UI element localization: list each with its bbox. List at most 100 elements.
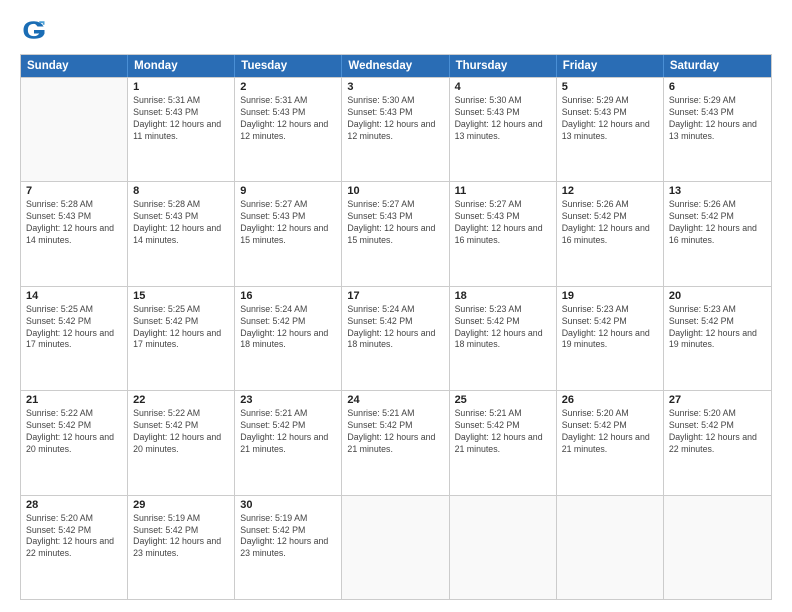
calendar-cell: 14 Sunrise: 5:25 AM Sunset: 5:42 PM Dayli…: [21, 287, 128, 390]
cell-info: Sunrise: 5:21 AM Sunset: 5:42 PM Dayligh…: [455, 408, 551, 456]
logo-icon: [20, 16, 48, 44]
calendar-cell: 15 Sunrise: 5:25 AM Sunset: 5:42 PM Dayli…: [128, 287, 235, 390]
calendar-cell: 8 Sunrise: 5:28 AM Sunset: 5:43 PM Daylig…: [128, 182, 235, 285]
calendar-row: 21 Sunrise: 5:22 AM Sunset: 5:42 PM Dayli…: [21, 390, 771, 494]
cell-info: Sunrise: 5:21 AM Sunset: 5:42 PM Dayligh…: [240, 408, 336, 456]
cell-date: 15: [133, 290, 229, 302]
cell-date: 27: [669, 394, 766, 406]
cell-info: Sunrise: 5:22 AM Sunset: 5:42 PM Dayligh…: [133, 408, 229, 456]
calendar-cell: [450, 496, 557, 599]
calendar-cell: 28 Sunrise: 5:20 AM Sunset: 5:42 PM Dayli…: [21, 496, 128, 599]
cell-info: Sunrise: 5:23 AM Sunset: 5:42 PM Dayligh…: [669, 304, 766, 352]
cell-info: Sunrise: 5:25 AM Sunset: 5:42 PM Dayligh…: [26, 304, 122, 352]
cell-date: 4: [455, 81, 551, 93]
calendar-cell: 6 Sunrise: 5:29 AM Sunset: 5:43 PM Daylig…: [664, 78, 771, 181]
calendar-cell: 16Sunrise: 5:24 AM Sunset: 5:42 PM Dayli…: [235, 287, 342, 390]
cell-info: Sunrise: 5:22 AM Sunset: 5:42 PM Dayligh…: [26, 408, 122, 456]
cell-date: 10: [347, 185, 443, 197]
cell-date: 5: [562, 81, 658, 93]
cell-date: 8: [133, 185, 229, 197]
cell-info: Sunrise: 5:25 AM Sunset: 5:42 PM Dayligh…: [133, 304, 229, 352]
calendar-cell: 7 Sunrise: 5:28 AM Sunset: 5:43 PM Daylig…: [21, 182, 128, 285]
calendar-body: 1Sunrise: 5:31 AM Sunset: 5:43 PM Daylig…: [21, 77, 771, 599]
cell-date: 26: [562, 394, 658, 406]
calendar-header-cell: Sunday: [21, 55, 128, 77]
cell-date: 28: [26, 499, 122, 511]
calendar-cell: 1Sunrise: 5:31 AM Sunset: 5:43 PM Daylig…: [128, 78, 235, 181]
cell-date: 30: [240, 499, 336, 511]
calendar-header-cell: Monday: [128, 55, 235, 77]
calendar-row: 28 Sunrise: 5:20 AM Sunset: 5:42 PM Dayli…: [21, 495, 771, 599]
calendar-cell: [664, 496, 771, 599]
calendar-cell: 23Sunrise: 5:21 AM Sunset: 5:42 PM Dayli…: [235, 391, 342, 494]
cell-info: Sunrise: 5:28 AM Sunset: 5:43 PM Dayligh…: [133, 199, 229, 247]
calendar-cell: 25 Sunrise: 5:21 AM Sunset: 5:42 PM Dayli…: [450, 391, 557, 494]
cell-date: 1: [133, 81, 229, 93]
cell-date: 9: [240, 185, 336, 197]
cell-date: 17: [347, 290, 443, 302]
cell-date: 13: [669, 185, 766, 197]
calendar-cell: 21 Sunrise: 5:22 AM Sunset: 5:42 PM Dayli…: [21, 391, 128, 494]
cell-date: 29: [133, 499, 229, 511]
cell-date: 3: [347, 81, 443, 93]
calendar-header-cell: Wednesday: [342, 55, 449, 77]
cell-info: Sunrise: 5:27 AM Sunset: 5:43 PM Dayligh…: [455, 199, 551, 247]
calendar-cell: 24 Sunrise: 5:21 AM Sunset: 5:42 PM Dayli…: [342, 391, 449, 494]
cell-date: 12: [562, 185, 658, 197]
cell-date: 2: [240, 81, 336, 93]
cell-info: Sunrise: 5:29 AM Sunset: 5:43 PM Dayligh…: [669, 95, 766, 143]
header: [20, 16, 772, 44]
calendar-cell: 17Sunrise: 5:24 AM Sunset: 5:42 PM Dayli…: [342, 287, 449, 390]
cell-info: Sunrise: 5:20 AM Sunset: 5:42 PM Dayligh…: [669, 408, 766, 456]
calendar: SundayMondayTuesdayWednesdayThursdayFrid…: [20, 54, 772, 600]
calendar-cell: 29 Sunrise: 5:19 AM Sunset: 5:42 PM Dayli…: [128, 496, 235, 599]
calendar-cell: 27 Sunrise: 5:20 AM Sunset: 5:42 PM Dayli…: [664, 391, 771, 494]
calendar-cell: 12 Sunrise: 5:26 AM Sunset: 5:42 PM Dayli…: [557, 182, 664, 285]
calendar-header-cell: Thursday: [450, 55, 557, 77]
cell-info: Sunrise: 5:26 AM Sunset: 5:42 PM Dayligh…: [562, 199, 658, 247]
calendar-cell: 26 Sunrise: 5:20 AM Sunset: 5:42 PM Dayli…: [557, 391, 664, 494]
calendar-cell: 20 Sunrise: 5:23 AM Sunset: 5:42 PM Dayli…: [664, 287, 771, 390]
cell-date: 25: [455, 394, 551, 406]
cell-date: 19: [562, 290, 658, 302]
cell-info: Sunrise: 5:29 AM Sunset: 5:43 PM Dayligh…: [562, 95, 658, 143]
calendar-cell: 2Sunrise: 5:31 AM Sunset: 5:43 PM Daylig…: [235, 78, 342, 181]
cell-info: Sunrise: 5:20 AM Sunset: 5:42 PM Dayligh…: [562, 408, 658, 456]
cell-info: Sunrise: 5:26 AM Sunset: 5:42 PM Dayligh…: [669, 199, 766, 247]
cell-info: Sunrise: 5:27 AM Sunset: 5:43 PM Dayligh…: [347, 199, 443, 247]
calendar-cell: 9 Sunrise: 5:27 AM Sunset: 5:43 PM Daylig…: [235, 182, 342, 285]
calendar-cell: [557, 496, 664, 599]
cell-info: Sunrise: 5:23 AM Sunset: 5:42 PM Dayligh…: [455, 304, 551, 352]
calendar-cell: 3 Sunrise: 5:30 AM Sunset: 5:43 PM Daylig…: [342, 78, 449, 181]
cell-date: 20: [669, 290, 766, 302]
cell-date: 24: [347, 394, 443, 406]
calendar-header: SundayMondayTuesdayWednesdayThursdayFrid…: [21, 55, 771, 77]
cell-info: Sunrise: 5:30 AM Sunset: 5:43 PM Dayligh…: [347, 95, 443, 143]
cell-info: Sunrise: 5:20 AM Sunset: 5:42 PM Dayligh…: [26, 513, 122, 561]
calendar-row: 7 Sunrise: 5:28 AM Sunset: 5:43 PM Daylig…: [21, 181, 771, 285]
cell-date: 6: [669, 81, 766, 93]
calendar-cell: 11 Sunrise: 5:27 AM Sunset: 5:43 PM Dayli…: [450, 182, 557, 285]
logo: [20, 16, 52, 44]
calendar-cell: [342, 496, 449, 599]
cell-date: 18: [455, 290, 551, 302]
cell-info: Sunrise: 5:27 AM Sunset: 5:43 PM Dayligh…: [240, 199, 336, 247]
calendar-row: 14 Sunrise: 5:25 AM Sunset: 5:42 PM Dayli…: [21, 286, 771, 390]
cell-date: 21: [26, 394, 122, 406]
calendar-cell: 30 Sunrise: 5:19 AM Sunset: 5:42 PM Dayli…: [235, 496, 342, 599]
calendar-cell: 13 Sunrise: 5:26 AM Sunset: 5:42 PM Dayli…: [664, 182, 771, 285]
calendar-cell: 5 Sunrise: 5:29 AM Sunset: 5:43 PM Daylig…: [557, 78, 664, 181]
cell-info: Sunrise: 5:28 AM Sunset: 5:43 PM Dayligh…: [26, 199, 122, 247]
calendar-header-cell: Tuesday: [235, 55, 342, 77]
cell-date: 7: [26, 185, 122, 197]
calendar-row: 1Sunrise: 5:31 AM Sunset: 5:43 PM Daylig…: [21, 77, 771, 181]
page: SundayMondayTuesdayWednesdayThursdayFrid…: [0, 0, 792, 612]
calendar-header-cell: Saturday: [664, 55, 771, 77]
calendar-cell: 19Sunrise: 5:23 AM Sunset: 5:42 PM Dayli…: [557, 287, 664, 390]
cell-info: Sunrise: 5:21 AM Sunset: 5:42 PM Dayligh…: [347, 408, 443, 456]
cell-info: Sunrise: 5:19 AM Sunset: 5:42 PM Dayligh…: [240, 513, 336, 561]
cell-date: 14: [26, 290, 122, 302]
cell-date: 11: [455, 185, 551, 197]
cell-info: Sunrise: 5:30 AM Sunset: 5:43 PM Dayligh…: [455, 95, 551, 143]
cell-info: Sunrise: 5:19 AM Sunset: 5:42 PM Dayligh…: [133, 513, 229, 561]
